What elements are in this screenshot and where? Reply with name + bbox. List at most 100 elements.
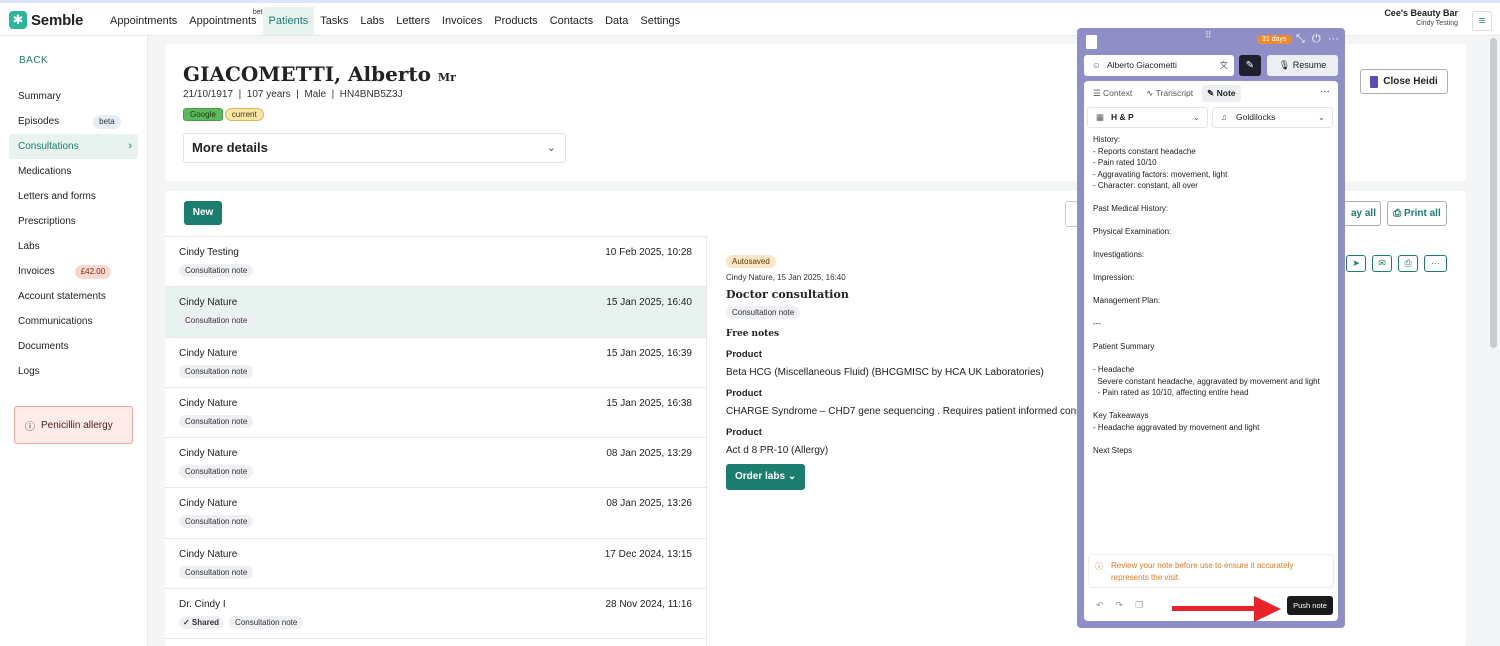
sidebar-item-logs[interactable]: Logs [9,359,138,384]
allergy-alert[interactable]: ⓘ Penicillin allergy [14,406,133,444]
chevron-down-icon: ⌄ [1317,112,1325,122]
print-all-button[interactable]: ⎙ Print all [1387,201,1447,226]
sidebar-item-label: Documents [18,341,69,352]
annotation-arrow-shaft [1172,606,1264,611]
patient-title: Mr [437,71,456,84]
sidebar-item-labs[interactable]: Labs [9,234,138,259]
redo-icon[interactable]: ↷ [1116,600,1124,611]
more-options-icon[interactable]: ··· [1320,86,1330,97]
tab-label: Transcript [1155,88,1194,98]
more-details-toggle[interactable]: More details ⌄ [183,133,566,163]
tag-google: Google [183,108,223,121]
voice-select[interactable]: ♫ Goldilocks ⌄ [1212,107,1333,128]
sidebar-item-invoices[interactable]: Invoices £42.00 [9,259,138,284]
push-note-button[interactable]: Push note [1287,596,1333,615]
send-icon[interactable]: ➤ [1346,255,1366,272]
consultation-row[interactable]: Dr. Cindy I 28 Nov 2024, 11:16 ✓ Shared … [165,589,706,640]
voice-icon: ♫ [1221,112,1228,122]
nav-tasks[interactable]: Tasks [314,7,354,35]
tab-context[interactable]: ☰ Context [1088,85,1137,102]
note-editor[interactable]: History: - Reports constant headache - P… [1093,134,1333,456]
tag-current: current [224,108,264,121]
trial-days-badge: 31 days [1257,35,1292,44]
sidebar-item-account-statements[interactable]: Account statements [9,284,138,309]
tab-label: Note [1216,88,1236,98]
sidebar-item-documents[interactable]: Documents [9,334,138,359]
sidebar-item-summary[interactable]: Summary [9,84,138,109]
nav-settings[interactable]: Settings [634,7,686,35]
scroll-thumb[interactable] [1490,38,1497,348]
sidebar-item-prescriptions[interactable]: Prescriptions [9,209,138,234]
nav-appointments[interactable]: Appointments [104,7,183,35]
semble-logo[interactable]: ✱ Semble [9,11,83,29]
consultation-row[interactable]: Cindy Nature 15 Jan 2025, 16:39 Consulta… [165,338,706,388]
close-heidi-button[interactable]: Close Heidi [1360,69,1448,94]
product-label: Product [726,388,762,399]
template-value: H & P [1111,112,1134,122]
nav-data[interactable]: Data [599,7,634,35]
nav-products[interactable]: Products [488,7,543,35]
template-select[interactable]: ▦ H & P ⌄ [1087,107,1208,128]
sidebar-item-label: Consultations [18,141,79,152]
power-icon[interactable]: ⏻ [1312,33,1321,46]
hamburger-menu-icon[interactable]: ≡ [1472,11,1492,31]
page-scrollbar[interactable] [1489,36,1498,646]
copy-icon[interactable]: ❐ [1135,600,1143,611]
consultation-row[interactable]: Cindy Testing 10 Feb 2025, 10:28 Consult… [165,237,706,288]
heidi-patient-field[interactable]: ☺ Alberto Giacometti 文 [1084,55,1234,76]
nav-letters[interactable]: Letters [390,7,436,35]
review-warning: ⓘ Review your note before use to ensure … [1088,554,1334,588]
author: Dr. Cindy I [179,599,226,611]
print-all-label: Print all [1404,208,1441,219]
nav-contacts[interactable]: Contacts [544,7,599,35]
consultation-row[interactable]: Cindy Nature 15 Jan 2025, 16:38 Consulta… [165,388,706,439]
date: 15 Jan 2025, 16:39 [606,347,692,359]
consultation-list: Cindy Testing 10 Feb 2025, 10:28 Consult… [165,236,707,646]
new-consultation-button[interactable]: New [184,201,222,225]
sidebar-item-communications[interactable]: Communications [9,309,138,334]
consultation-row[interactable]: Cindy Nature 08 Jan 2025, 13:26 Consulta… [165,488,706,539]
email-icon[interactable]: ✉ [1372,255,1392,272]
nav-patients[interactable]: Patients [262,7,315,35]
more-options-icon[interactable]: ··· [1424,255,1447,272]
chevron-down-icon: ⌄ [1192,112,1200,122]
translate-icon[interactable]: 文 [1219,55,1228,76]
consultation-row[interactable]: Cindy Nature 17 Dec 2024, 13:15 Consulta… [165,539,706,590]
warning-text: Review your note before use to ensure it… [1111,561,1294,582]
consultation-row[interactable]: Cindy Nature 08 Jan 2025, 13:29 Consulta… [165,438,706,489]
date: 17 Dec 2024, 13:15 [604,548,692,560]
sidebar-item-consultations[interactable]: Consultations › [9,134,138,159]
tab-note[interactable]: ✎ Note [1202,85,1241,102]
author: Cindy Nature [179,548,238,560]
resume-button[interactable]: 🎙︎ Resume [1267,55,1338,76]
patient-name-text: GIACOMETTI, Alberto [183,62,431,86]
author: Cindy Testing [179,247,239,258]
sidebar-item-letters-forms[interactable]: Letters and forms [9,184,138,209]
minimize-icon[interactable]: ⤡ [1296,33,1305,46]
sidebar-item-label: Letters and forms [18,191,96,202]
consultation-row-selected[interactable]: Cindy Nature 15 Jan 2025, 16:40 Consulta… [165,287,706,338]
nav-labs[interactable]: Labs [354,7,390,35]
sidebar-item-episodes[interactable]: Episodes beta [9,109,138,134]
nav-invoices[interactable]: Invoices [436,7,488,35]
type-tag: Consultation note [179,314,254,328]
heidi-logo-icon [1086,35,1097,49]
drag-handle-icon[interactable]: ⠿ [1205,30,1212,41]
org-name: Cee's Beauty Bar [1384,8,1458,18]
sidebar-item-medications[interactable]: Medications [9,159,138,184]
back-link[interactable]: BACK [19,55,48,66]
tab-transcript[interactable]: ∿ Transcript [1141,85,1198,102]
allergy-label: Penicillin allergy [41,419,113,431]
chevron-right-icon: › [128,140,132,152]
type-tag: Consultation note [229,616,304,630]
product-text: Act d 8 PR-10 (Allergy) [726,445,829,456]
order-labs-button[interactable]: Order labs ⌄ [726,464,806,490]
nav-appointments-beta[interactable]: Appointments beta [183,7,266,35]
magic-wand-icon[interactable]: ✎ [1239,55,1261,76]
date: 10 Feb 2025, 10:28 [605,247,692,258]
more-options-icon[interactable]: ··· [1328,33,1339,45]
org-switcher[interactable]: Cee's Beauty Bar Cindy Testing [1384,8,1458,27]
author: Cindy Nature [179,448,238,460]
undo-icon[interactable]: ↶ [1096,600,1104,611]
print-icon[interactable]: ⎙ [1398,255,1418,272]
